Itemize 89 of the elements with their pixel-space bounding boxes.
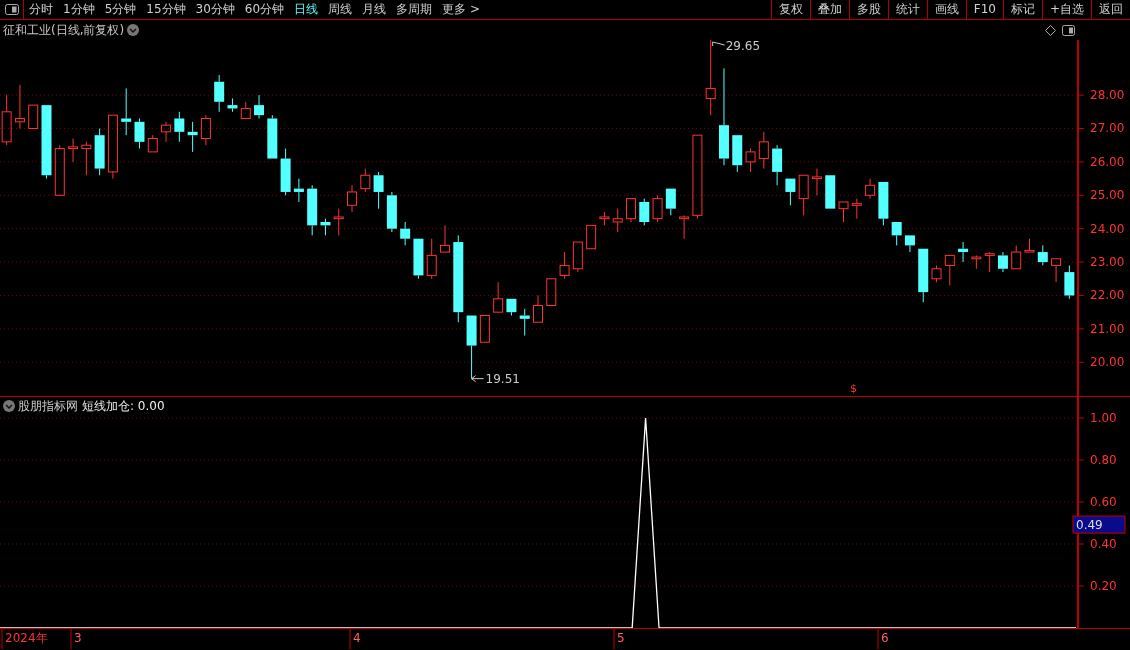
cursor-value-tag: 0.49 xyxy=(1072,515,1126,534)
toolbar-button[interactable]: F10 xyxy=(965,0,1003,19)
candlestick xyxy=(254,94,265,119)
candlestick xyxy=(705,40,716,116)
stock-title: 征和工业(日线,前复权) xyxy=(3,22,125,39)
axis-tick-label: 0.40 xyxy=(1090,537,1117,551)
toolbar-button[interactable]: 复权 xyxy=(770,0,810,19)
axis-tick-label: 24.00 xyxy=(1090,221,1125,236)
axis-tick-label: 0.80 xyxy=(1090,453,1117,467)
axis-tick-label: 27.00 xyxy=(1090,121,1125,136)
candlestick xyxy=(200,114,211,146)
candlestick xyxy=(293,178,304,203)
month-label: 5 xyxy=(617,631,625,645)
candlestick xyxy=(1037,244,1048,266)
chevron-down-icon[interactable] xyxy=(127,24,140,36)
year-label: 2024年 xyxy=(5,631,48,645)
candlestick xyxy=(386,191,397,233)
toolbar-button[interactable]: 统计 xyxy=(887,0,927,19)
candlestick xyxy=(68,138,79,163)
month-label: 4 xyxy=(353,631,361,645)
candlestick xyxy=(865,178,876,200)
candlestick xyxy=(718,67,729,166)
axis-tick-label: 25.00 xyxy=(1090,188,1125,203)
candlestick xyxy=(453,234,464,323)
period-tab[interactable]: 30分钟 xyxy=(190,0,240,19)
candlestick xyxy=(187,121,198,153)
axis-tick-label: 0.20 xyxy=(1090,579,1117,593)
candlestick xyxy=(134,117,145,150)
series-readout: 短线加仓: 0.00 xyxy=(82,399,165,413)
candlestick xyxy=(426,238,437,280)
month-label: 6 xyxy=(881,631,889,645)
period-tab[interactable]: 多周期 xyxy=(391,0,438,19)
axis-tick-label: 21.00 xyxy=(1090,321,1125,336)
period-tab[interactable]: 5分钟 xyxy=(99,0,142,19)
candlestick xyxy=(519,308,530,337)
toolbar-button[interactable]: 画线 xyxy=(926,0,966,19)
candlestick xyxy=(14,84,25,129)
axis-tick-label: 20.00 xyxy=(1090,355,1125,370)
panel-icon[interactable] xyxy=(1062,24,1075,36)
candlestick xyxy=(227,97,238,113)
candlestick xyxy=(347,184,358,213)
candlestick xyxy=(931,264,942,283)
toolbar-button[interactable]: 返回 xyxy=(1091,0,1130,19)
period-tab[interactable]: 周线 xyxy=(323,0,358,19)
candlestick xyxy=(81,141,92,176)
period-tab[interactable]: 月线 xyxy=(357,0,392,19)
event-marker[interactable]: $ xyxy=(850,382,857,395)
candlestick xyxy=(280,148,291,196)
axis-tick-label: 28.00 xyxy=(1090,88,1125,103)
axis-tick-label: 0.60 xyxy=(1090,495,1117,509)
diamond-icon[interactable] xyxy=(1045,24,1056,36)
month-label: 3 xyxy=(74,631,82,645)
axis-tick-label: 26.00 xyxy=(1090,154,1125,169)
toolbar-button[interactable]: 多股 xyxy=(848,0,888,19)
candlestick xyxy=(758,131,769,170)
period-tab[interactable]: 15分钟 xyxy=(141,0,191,19)
chevron-down-icon[interactable] xyxy=(3,400,15,412)
candlestick xyxy=(679,214,690,240)
toolbar-button[interactable]: 标记 xyxy=(1002,0,1042,19)
low-price-label: 19.51 xyxy=(485,371,520,386)
candlestick xyxy=(320,218,331,236)
candlestick xyxy=(559,251,570,280)
candlestick xyxy=(639,198,650,226)
period-tab[interactable]: 分时 xyxy=(24,0,58,19)
candlestick xyxy=(958,241,969,263)
candlestick xyxy=(307,184,318,236)
axis-tick-label: 22.00 xyxy=(1090,288,1125,303)
candlestick xyxy=(997,251,1008,273)
low-price-marker xyxy=(471,375,485,383)
toolbar-button[interactable]: +自选 xyxy=(1041,0,1091,19)
candlestick xyxy=(652,194,663,223)
axis-tick-label: 1.00 xyxy=(1090,411,1117,425)
period-tab[interactable]: 日线 xyxy=(289,0,324,19)
candlestick xyxy=(214,74,225,113)
period-tab[interactable]: 60分钟 xyxy=(239,0,290,19)
indicator-name: 股朋指标网 xyxy=(18,399,78,413)
candlestick xyxy=(612,208,623,233)
period-tab[interactable]: 1分钟 xyxy=(58,0,100,19)
candlestick xyxy=(811,168,822,196)
candlestick xyxy=(772,144,783,186)
period-tab[interactable]: 更多 > xyxy=(437,0,485,19)
high-price-label: 29.65 xyxy=(725,40,761,53)
candlestick xyxy=(161,121,172,143)
candlestick xyxy=(1064,264,1075,300)
candlestick xyxy=(121,87,132,136)
axis-tick-label: 23.00 xyxy=(1090,255,1125,270)
toolbar-button[interactable]: 叠加 xyxy=(809,0,849,19)
high-price-marker xyxy=(712,41,726,47)
candlestick xyxy=(373,171,384,210)
